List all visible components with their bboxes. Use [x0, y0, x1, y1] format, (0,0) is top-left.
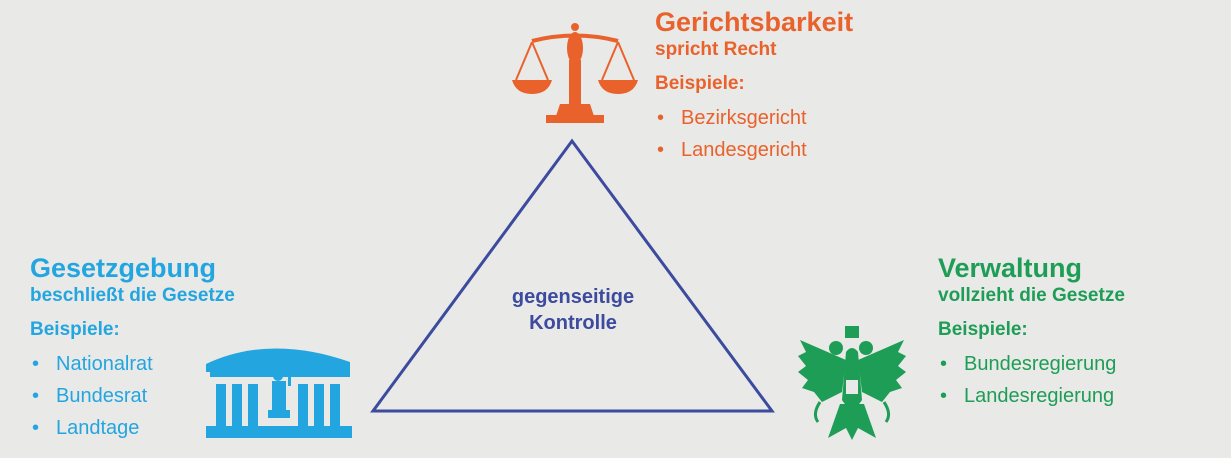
legislature-example-item: Nationalrat — [30, 348, 235, 380]
center-label-line1: gegenseitige — [511, 286, 635, 308]
court-title: Gerichtsbarkeit — [655, 7, 854, 37]
legislature-example-item: Landtage — [30, 412, 235, 444]
legislature-subtitle: beschließt die Gesetze — [30, 285, 235, 306]
legislature-examples-label: Beispiele: — [30, 319, 120, 340]
administration-example-item: Bundesregierung — [938, 348, 1125, 380]
administration-example-item: Landesregierung — [938, 380, 1125, 412]
legislature-examples-list: Nationalrat Bundesrat Landtage — [30, 348, 235, 444]
court-examples-list: Bezirksgericht Landesgericht — [655, 102, 853, 166]
legislature-title: Gesetzgebung — [30, 253, 217, 283]
administration-examples-list: Bundesregierung Landesregierung — [938, 348, 1125, 412]
administration-section: Verwaltung vollzieht die Gesetze Beispie… — [938, 252, 1125, 412]
court-examples-label: Beispiele: — [655, 73, 745, 94]
administration-title: Verwaltung — [938, 253, 1083, 283]
court-example-item: Bezirksgericht — [655, 102, 853, 134]
administration-subtitle: vollzieht die Gesetze — [938, 285, 1125, 306]
legislature-section: Gesetzgebung beschließt die Gesetze Beis… — [30, 252, 235, 444]
scales-of-justice-icon — [512, 23, 638, 123]
control-triangle — [370, 138, 775, 413]
administration-examples-label: Beispiele: — [938, 319, 1028, 340]
center-label-line2: Kontrolle — [529, 312, 617, 334]
court-example-item: Landesgericht — [655, 134, 853, 166]
mutual-control-label: gegenseitige Kontrolle — [473, 284, 673, 336]
legislature-example-item: Bundesrat — [30, 380, 235, 412]
court-section: Gerichtsbarkeit spricht Recht Beispiele:… — [655, 6, 853, 166]
court-subtitle: spricht Recht — [655, 39, 777, 60]
eagle-coat-of-arms-icon — [798, 326, 906, 440]
